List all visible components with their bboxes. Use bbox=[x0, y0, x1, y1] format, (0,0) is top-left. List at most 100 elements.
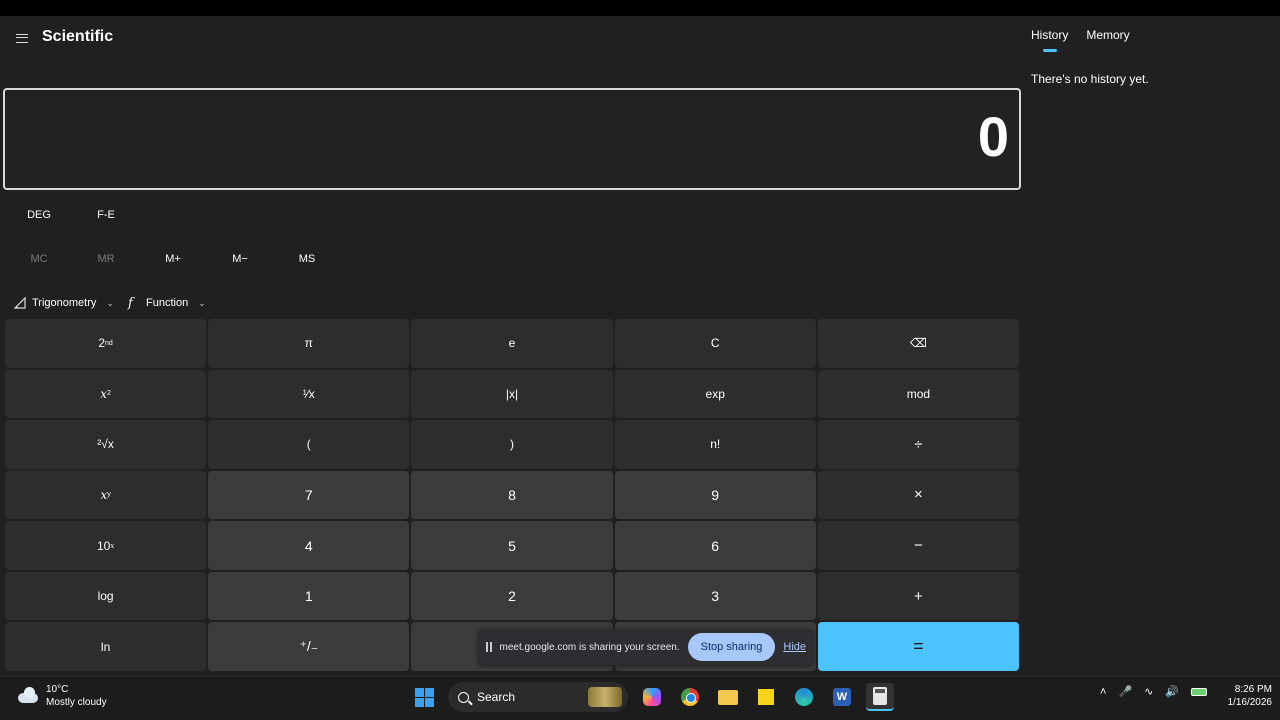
log-button[interactable]: log bbox=[5, 571, 207, 621]
tab-history[interactable]: History bbox=[1031, 28, 1068, 42]
weather-temperature: 10°C bbox=[46, 684, 69, 695]
digit-1-button[interactable]: 1 bbox=[208, 571, 410, 621]
minus-button[interactable]: − bbox=[817, 521, 1019, 570]
trigonometry-label: Trigonometry bbox=[32, 297, 97, 309]
taskbar-search[interactable]: Search bbox=[448, 682, 628, 712]
word-app[interactable]: W bbox=[828, 683, 856, 711]
clear-button[interactable]: C bbox=[614, 319, 816, 368]
taskbar: 10°C Mostly cloudy Search W ˄ 🎤 ∿ 🔊 8:26… bbox=[0, 676, 1280, 720]
angle-row: DEG F-E bbox=[0, 200, 1020, 230]
sticky-notes-app[interactable] bbox=[752, 683, 780, 711]
plus-button[interactable]: + bbox=[817, 571, 1019, 621]
right-paren-button[interactable]: ) bbox=[411, 420, 613, 469]
fe-button[interactable]: F-E bbox=[72, 200, 140, 230]
reciprocal-button[interactable]: ¹⁄x bbox=[208, 369, 410, 419]
mode-title: Scientific bbox=[42, 28, 114, 45]
function-dropdown[interactable]: f Function ⌄ bbox=[128, 288, 206, 318]
digit-6-button[interactable]: 6 bbox=[614, 521, 816, 570]
trigonometry-dropdown[interactable]: Trigonometry ⌄ bbox=[13, 288, 114, 318]
digit-7-button[interactable]: 7 bbox=[208, 470, 410, 520]
memory-subtract-button[interactable]: M− bbox=[206, 244, 274, 274]
square-button[interactable]: x2 bbox=[5, 369, 207, 419]
chevron-down-icon: ⌄ bbox=[106, 297, 114, 308]
clock-time: 8:26 PM bbox=[1234, 684, 1272, 695]
file-explorer-app[interactable] bbox=[714, 683, 742, 711]
pi-button[interactable]: π bbox=[208, 319, 410, 368]
calculator-window: Scientific 0 DEG F-E MC MR M+ M− MS Trig… bbox=[0, 16, 1280, 676]
chrome-icon bbox=[681, 688, 699, 706]
edge-app[interactable] bbox=[790, 683, 818, 711]
edge-icon bbox=[795, 688, 813, 706]
battery-icon[interactable] bbox=[1191, 687, 1208, 696]
navigation-menu-button[interactable] bbox=[10, 28, 34, 48]
hamburger-icon bbox=[16, 33, 28, 43]
copilot-app[interactable] bbox=[638, 683, 666, 711]
search-label: Search bbox=[477, 690, 516, 704]
sticky-notes-icon bbox=[758, 689, 774, 705]
memory-recall-button[interactable]: MR bbox=[72, 244, 140, 274]
mod-button[interactable]: mod bbox=[817, 369, 1019, 419]
weather-widget[interactable]: 10°C Mostly cloudy bbox=[16, 683, 107, 709]
digit-9-button[interactable]: 9 bbox=[614, 470, 816, 520]
keypad: 2nd π e C ⌫ x2 ¹⁄x |x| exp mod ²√x ( ) n… bbox=[5, 319, 1019, 671]
share-message: meet.google.com is sharing your screen. bbox=[499, 641, 680, 653]
digit-4-button[interactable]: 4 bbox=[208, 521, 410, 570]
screen-share-banner: meet.google.com is sharing your screen. … bbox=[478, 629, 814, 665]
history-empty-message: There's no history yet. bbox=[1031, 72, 1149, 86]
multiply-button[interactable]: × bbox=[817, 470, 1019, 520]
volume-icon[interactable]: 🔊 bbox=[1165, 685, 1179, 698]
power-button[interactable]: xy bbox=[5, 470, 207, 520]
pause-icon[interactable] bbox=[486, 642, 492, 652]
windows-icon bbox=[414, 687, 434, 707]
left-paren-button[interactable]: ( bbox=[208, 420, 410, 469]
memory-store-button[interactable]: MS bbox=[273, 244, 341, 274]
system-clock[interactable]: 8:26 PM 1/16/2026 bbox=[1228, 683, 1273, 709]
equals-button[interactable]: = bbox=[817, 622, 1019, 671]
weather-condition: Mostly cloudy bbox=[46, 697, 107, 708]
negate-button[interactable]: ⁺/₋ bbox=[208, 622, 410, 671]
euler-button[interactable]: e bbox=[411, 319, 613, 368]
memory-row: MC MR M+ M− MS bbox=[0, 244, 1020, 274]
calculator-icon bbox=[873, 687, 887, 705]
memory-clear-button[interactable]: MC bbox=[5, 244, 73, 274]
chrome-app[interactable] bbox=[676, 683, 704, 711]
word-icon: W bbox=[833, 688, 851, 706]
function-icon: f bbox=[128, 295, 133, 311]
deg-button[interactable]: DEG bbox=[5, 200, 73, 230]
cloud-icon bbox=[16, 687, 40, 705]
wifi-icon[interactable]: ∿ bbox=[1144, 685, 1153, 698]
result-display: 0 bbox=[3, 88, 1021, 190]
display-value: 0 bbox=[977, 105, 1009, 168]
system-tray: ˄ 🎤 ∿ 🔊 bbox=[1100, 685, 1208, 698]
digit-3-button[interactable]: 3 bbox=[614, 571, 816, 621]
clock-date: 1/16/2026 bbox=[1227, 697, 1273, 708]
digit-2-button[interactable]: 2 bbox=[411, 571, 613, 621]
triangle-icon bbox=[13, 296, 26, 309]
divide-button[interactable]: ÷ bbox=[817, 420, 1019, 469]
factorial-button[interactable]: n! bbox=[614, 420, 816, 469]
ln-button[interactable]: ln bbox=[5, 622, 207, 671]
stop-sharing-button[interactable]: Stop sharing bbox=[687, 633, 776, 661]
backspace-button[interactable]: ⌫ bbox=[817, 319, 1019, 368]
function-label: Function bbox=[146, 297, 189, 309]
chevron-down-icon: ⌄ bbox=[198, 297, 206, 308]
chevron-up-icon[interactable]: ˄ bbox=[1100, 686, 1106, 698]
start-button[interactable] bbox=[410, 683, 438, 711]
calculator-app[interactable] bbox=[866, 683, 894, 711]
backspace-icon: ⌫ bbox=[909, 336, 927, 351]
copilot-icon bbox=[643, 688, 661, 706]
microphone-icon[interactable]: 🎤 bbox=[1118, 685, 1132, 698]
tab-memory[interactable]: Memory bbox=[1086, 28, 1129, 42]
second-function-button[interactable]: 2nd bbox=[5, 319, 207, 368]
ten-power-button[interactable]: 10 x bbox=[5, 521, 207, 570]
search-icon bbox=[458, 691, 469, 703]
square-root-button[interactable]: ²√x bbox=[5, 420, 207, 469]
digit-8-button[interactable]: 8 bbox=[411, 470, 613, 520]
exp-button[interactable]: exp bbox=[614, 369, 816, 419]
digit-5-button[interactable]: 5 bbox=[411, 521, 613, 570]
history-memory-tabs: History Memory bbox=[1031, 28, 1130, 42]
absolute-button[interactable]: |x| bbox=[411, 369, 613, 419]
hide-banner-link[interactable]: Hide bbox=[783, 641, 806, 653]
folder-icon bbox=[718, 689, 738, 705]
memory-add-button[interactable]: M+ bbox=[139, 244, 207, 274]
